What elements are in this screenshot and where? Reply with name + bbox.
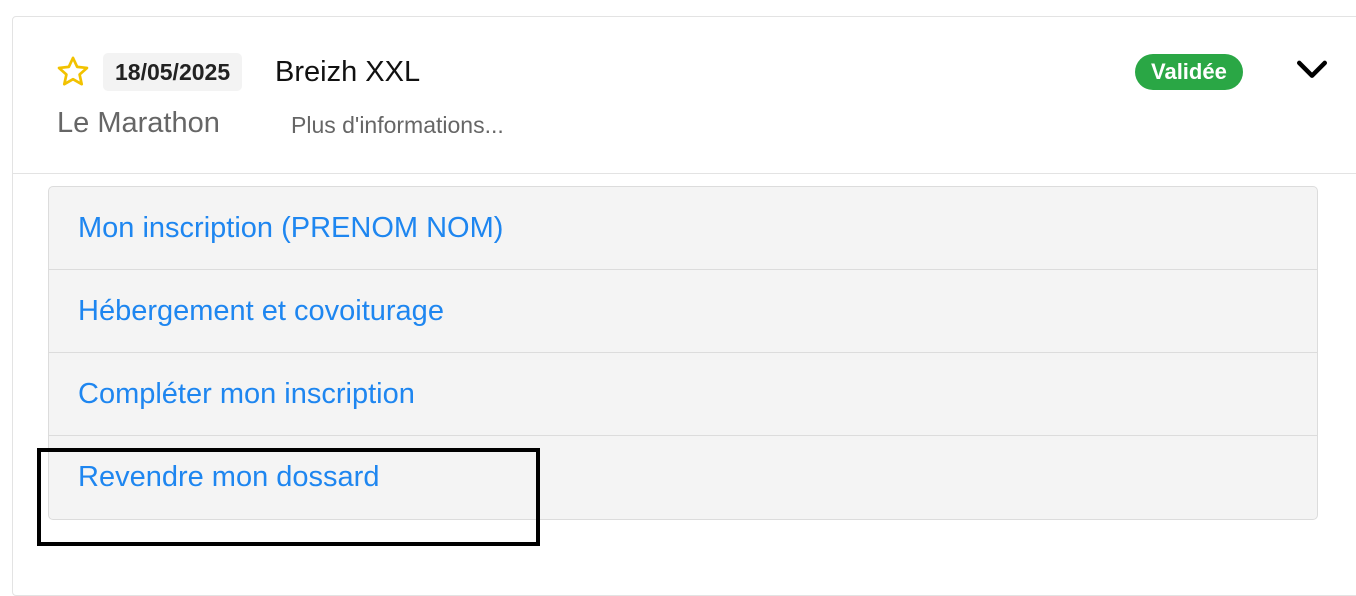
menu-item-complete-registration[interactable]: Compléter mon inscription <box>49 353 1317 436</box>
card-header: 18/05/2025 Breizh XXL Le Marathon Plus d… <box>13 17 1356 174</box>
menu-item-accommodation-carpooling[interactable]: Hébergement et covoiturage <box>49 270 1317 353</box>
status-badge: Validée <box>1135 54 1243 90</box>
star-icon[interactable] <box>55 54 91 90</box>
registration-actions-menu: Mon inscription (PRENOM NOM) Hébergement… <box>48 186 1318 520</box>
chevron-down-icon[interactable] <box>1295 55 1329 85</box>
menu-item-resell-bib[interactable]: Revendre mon dossard <box>49 436 1317 519</box>
race-name: Le Marathon <box>57 107 220 139</box>
menu-item-my-registration[interactable]: Mon inscription (PRENOM NOM) <box>49 187 1317 270</box>
more-info-link[interactable]: Plus d'informations... <box>291 108 504 142</box>
event-title: Breizh XXL <box>275 56 421 88</box>
event-date-badge: 18/05/2025 <box>103 53 243 91</box>
